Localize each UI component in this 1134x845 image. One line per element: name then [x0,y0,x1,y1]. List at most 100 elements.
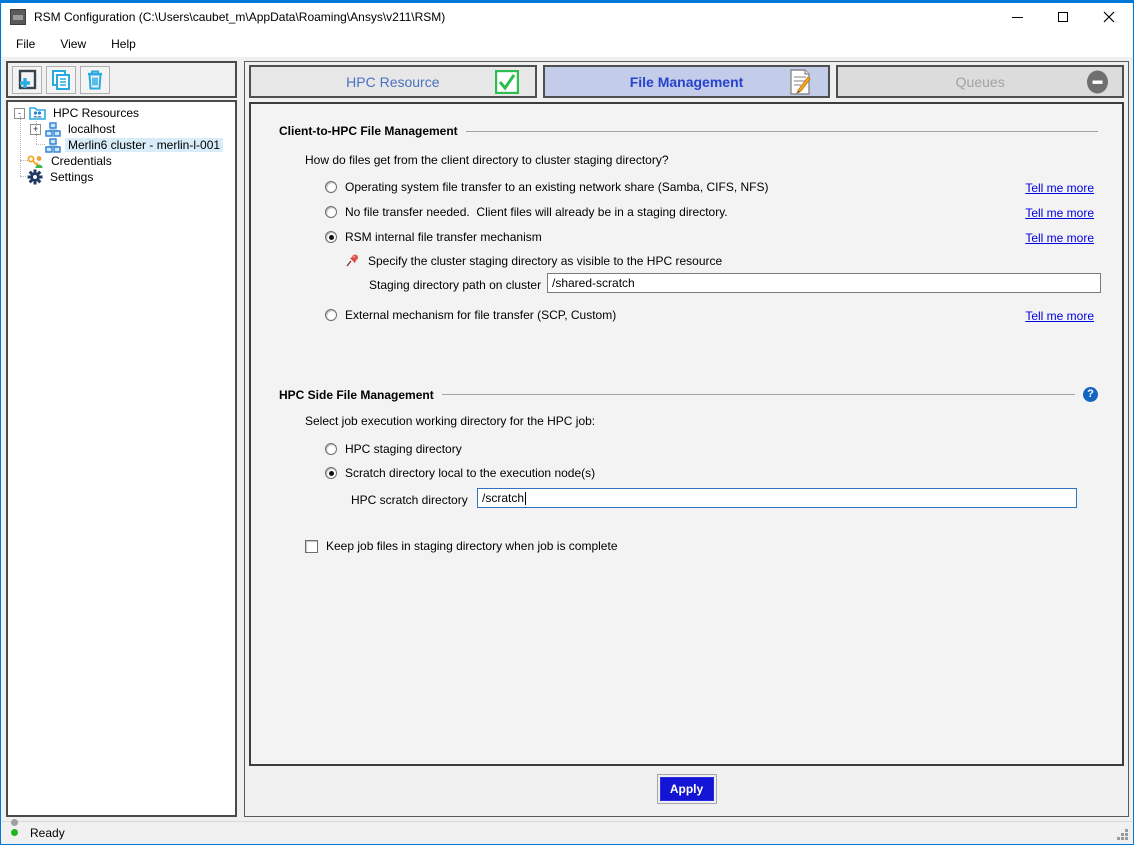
staging-path-label: Staging directory path on cluster [369,278,541,292]
apply-button-frame: Apply [657,774,717,804]
close-icon [1103,11,1115,23]
minimize-icon [1012,17,1023,18]
radio-icon-selected[interactable] [325,231,337,243]
radio-scratch-directory[interactable]: Scratch directory local to the execution… [325,466,595,480]
title-bar[interactable]: RSM Configuration (C:\Users\caubet_m\App… [2,3,1132,31]
checkbox-icon[interactable] [305,540,318,553]
tree-item-label: HPC Resources [50,106,142,120]
add-resource-icon [15,68,39,92]
maximize-button[interactable] [1040,3,1086,31]
status-bar: Ready [2,821,1132,843]
radio-label: External mechanism for file transfer (SC… [345,308,616,322]
radio-icon[interactable] [325,181,337,193]
help-icon[interactable]: ? [1083,387,1098,402]
tab-file-management[interactable]: File Management [543,65,831,98]
app-icon [10,9,26,25]
main-area: - HPC Resources + localhost [2,59,1132,821]
tree-connector [20,176,28,177]
radio-label: Scratch directory local to the execution… [345,466,595,480]
resource-toolbar [6,61,237,98]
tree-item-label-selected: Merlin6 cluster - merlin-l-001 [65,138,223,152]
radio-label: RSM internal file transfer mechanism [345,230,542,244]
radio-hpc-staging-directory[interactable]: HPC staging directory [325,442,462,456]
tree-item-credentials[interactable]: Credentials [8,153,235,169]
staging-path-input[interactable]: /shared-scratch [547,273,1101,293]
resource-tree: - HPC Resources + localhost [6,100,237,817]
section-divider [442,394,1075,395]
tell-me-more-link-2[interactable]: Tell me more [1025,206,1094,220]
resize-grip[interactable] [1115,827,1129,841]
client-section-header: Client-to-HPC File Management [279,124,1098,138]
tab-label: Queues [956,74,1005,90]
menu-help[interactable]: Help [100,33,147,55]
tell-me-more-link-3[interactable]: Tell me more [1025,231,1094,245]
delete-resource-button[interactable] [80,66,110,94]
radio-icon-selected[interactable] [325,467,337,479]
client-section-question: How do files get from the client directo… [305,153,669,167]
scratch-directory-value: /scratch [482,491,524,505]
tab-bar: HPC Resource File Management [249,65,1124,98]
credentials-icon [27,154,44,169]
tree-connector [20,116,21,176]
tree-item-merlin6-cluster[interactable]: Merlin6 cluster - merlin-l-001 [8,137,235,153]
menu-file[interactable]: File [5,33,46,55]
scratch-directory-input[interactable]: /scratch [477,488,1077,508]
tree-connector [36,116,37,144]
tab-label: File Management [630,74,744,90]
radio-label: No file transfer needed. Client files wi… [345,205,728,219]
delete-icon [83,68,107,92]
radio-label: HPC staging directory [345,442,462,456]
menu-view[interactable]: View [49,33,97,55]
minus-circle-icon [1085,69,1110,94]
tree-item-settings[interactable]: Settings [8,169,235,185]
tree-item-label: localhost [65,122,118,136]
section-title: Client-to-HPC File Management [279,124,458,138]
radio-rsm-internal-transfer[interactable]: RSM internal file transfer mechanism [325,230,542,244]
radio-os-file-transfer[interactable]: Operating system file transfer to an exi… [325,180,769,194]
file-management-content: Client-to-HPC File Management How do fil… [249,102,1124,766]
menu-bar: File View Help [2,31,1132,58]
text-caret [525,492,526,505]
cluster-icon [45,122,61,137]
window-controls [994,3,1132,31]
radio-no-file-transfer[interactable]: No file transfer needed. Client files wi… [325,205,728,219]
green-check-icon [495,70,519,94]
status-indicator-gray-icon [11,819,18,826]
status-indicator-green-icon [11,829,18,836]
scratch-directory-label: HPC scratch directory [351,493,468,507]
hpc-section-question: Select job execution working directory f… [305,414,595,428]
pin-note-text: Specify the cluster staging directory as… [368,254,722,268]
duplicate-resource-button[interactable] [46,66,76,94]
radio-icon[interactable] [325,309,337,321]
hpc-section-header: HPC Side File Management ? [279,387,1098,402]
cluster-icon [45,138,61,153]
gear-icon [27,169,43,185]
window-title: RSM Configuration (C:\Users\caubet_m\App… [34,10,445,24]
maximize-icon [1058,12,1068,22]
edit-pencil-icon [788,69,812,95]
pushpin-icon [345,253,360,268]
section-divider [466,131,1098,132]
staging-path-value: /shared-scratch [552,276,635,290]
tab-queues[interactable]: Queues [836,65,1124,98]
tree-item-label: Settings [47,170,96,184]
tree-item-hpc-resources[interactable]: - HPC Resources [8,105,235,121]
status-text: Ready [30,826,65,840]
tree-item-localhost[interactable]: + localhost [8,121,235,137]
keep-job-files-checkbox-row[interactable]: Keep job files in staging directory when… [305,539,618,553]
close-button[interactable] [1086,3,1132,31]
tell-me-more-link-4[interactable]: Tell me more [1025,309,1094,323]
minimize-button[interactable] [994,3,1040,31]
configuration-panel: HPC Resource File Management [244,61,1129,817]
tell-me-more-link-1[interactable]: Tell me more [1025,181,1094,195]
radio-icon[interactable] [325,443,337,455]
radio-external-mechanism[interactable]: External mechanism for file transfer (SC… [325,308,616,322]
apply-button[interactable]: Apply [660,777,714,801]
tree-item-label: Credentials [48,154,115,168]
tab-hpc-resource[interactable]: HPC Resource [249,65,537,98]
radio-icon[interactable] [325,206,337,218]
add-resource-button[interactable] [12,66,42,94]
hpc-resources-folder-icon [29,106,46,120]
tab-label: HPC Resource [346,74,439,90]
checkbox-label: Keep job files in staging directory when… [326,539,618,553]
